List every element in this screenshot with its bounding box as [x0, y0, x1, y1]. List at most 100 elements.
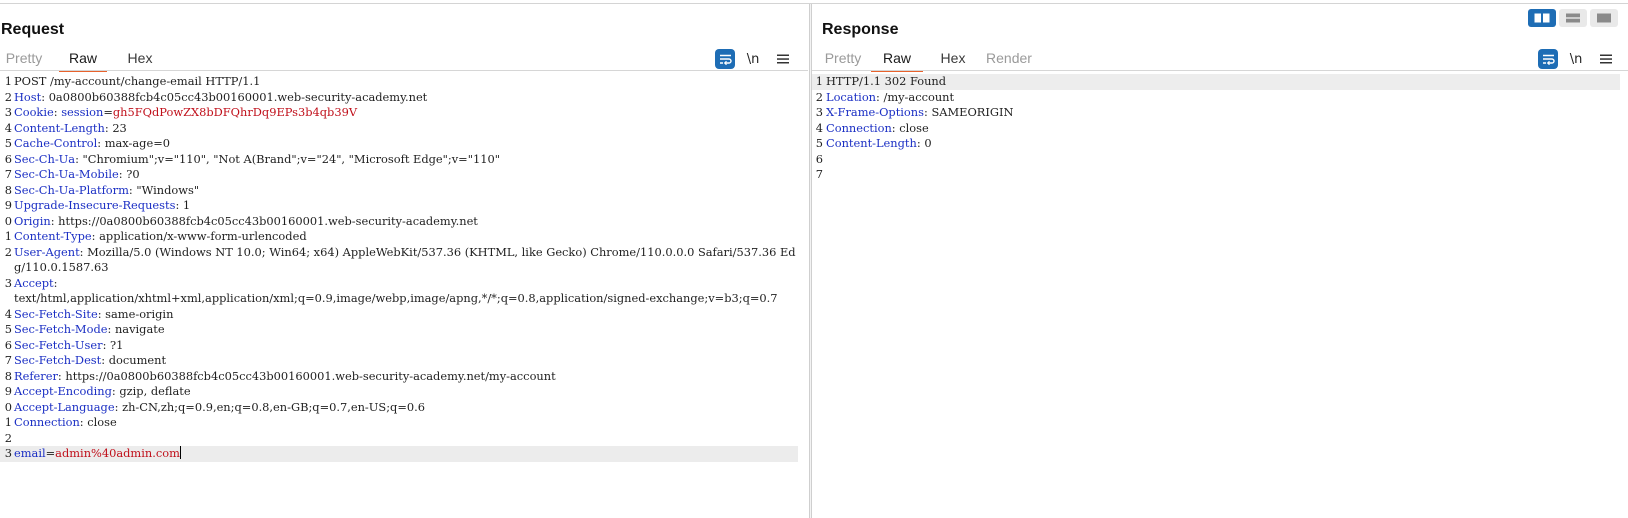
line-number: 5	[815, 136, 823, 150]
line-number: 2	[4, 430, 12, 445]
code-line: 3 Accept: text/html,application/xhtml+xml,…	[0, 276, 798, 307]
line-number: 9	[4, 384, 12, 398]
tab-render[interactable]: Render	[983, 46, 1035, 71]
hamburger-menu-icon[interactable]	[771, 54, 795, 64]
line-number: 2	[815, 89, 823, 104]
header-name: Connection	[14, 415, 80, 429]
line-number: 3	[4, 105, 12, 119]
code-line: 7 Sec-Ch-Ua-Mobile: ?0	[0, 167, 798, 183]
header-name: Sec-Ch-Ua	[14, 151, 76, 166]
tab-pretty[interactable]: Pretty	[0, 46, 48, 71]
line-text: Sec-Ch-Ua-Mobile: ?0	[13, 167, 798, 183]
wrap-lines-icon[interactable]	[715, 49, 735, 69]
line-number: 4	[4, 120, 12, 135]
header-name: User-Agent	[14, 244, 80, 259]
param-value: admin%40admin.com	[55, 446, 180, 460]
header-name: Cookie	[14, 105, 54, 119]
show-newlines-button[interactable]: \n	[1558, 52, 1594, 67]
header-name: Accept-Language	[14, 399, 115, 414]
header-separator: :	[101, 353, 109, 367]
header-separator: :	[75, 151, 83, 166]
line-content: POST /my-account/change-email HTTP/1.1	[14, 74, 261, 88]
line-text: Accept: text/html,application/xhtml+xml,a…	[13, 276, 798, 307]
header-name: Content-Type	[14, 229, 92, 243]
line-number: 1	[4, 74, 12, 88]
header-separator: :	[53, 275, 58, 290]
response-tabs: Pretty Raw Hex Render	[821, 46, 1035, 72]
hamburger-menu-icon[interactable]	[1594, 54, 1618, 64]
header-separator: :	[107, 322, 115, 336]
line-text	[825, 152, 1620, 168]
header-name: Sec-Ch-Ua-Platform	[14, 182, 129, 197]
request-title: Request	[1, 21, 65, 38]
line-number: 0	[4, 213, 12, 228]
header-separator: :	[91, 229, 100, 243]
line-text: Host: 0a0800b60388fcb4c05cc43b00160001.w…	[13, 90, 798, 106]
header-separator: :	[102, 337, 111, 352]
wrap-lines-icon[interactable]	[1538, 49, 1558, 69]
line-text: Cookie: session=gh5FQdPowZX8bDFQhrDq9EPs…	[13, 105, 798, 121]
line-text	[13, 431, 798, 447]
line-text: Referer: https://0a0800b60388fcb4c05cc43…	[13, 369, 798, 385]
header-value: Mozilla/5.0 (Windows NT 10.0; Win64; x64…	[14, 244, 796, 275]
text-cursor	[179, 446, 181, 459]
code-line: 4 Connection: close	[812, 121, 1620, 137]
header-name: Accept-Encoding	[14, 384, 112, 398]
line-number: 4	[815, 120, 823, 135]
request-tabs-rule	[0, 70, 808, 71]
code-line: 1 Content-Type: application/x-www-form-ur…	[0, 229, 798, 245]
line-text: Sec-Fetch-User: ?1	[13, 338, 798, 354]
code-line: 1 POST /my-account/change-email HTTP/1.1	[0, 74, 798, 90]
param-name: email	[14, 446, 46, 460]
code-line: 3 Cookie: session=gh5FQdPowZX8bDFQhrDq9EP…	[0, 105, 798, 121]
line-text: Connection: close	[825, 121, 1620, 137]
code-line: 5 Content-Length: 0	[812, 136, 1620, 152]
line-text: Sec-Ch-Ua-Platform: "Windows"	[13, 183, 798, 199]
tab-raw[interactable]: Raw	[871, 46, 923, 72]
line-number: 5	[4, 136, 12, 150]
header-name: Sec-Fetch-User	[14, 337, 103, 352]
code-line: 6	[812, 152, 1620, 168]
code-line: 7	[812, 167, 1620, 183]
code-line: 2 User-Agent: Mozilla/5.0 (Windows NT 10.…	[0, 245, 798, 276]
line-text: Sec-Fetch-Site: same-origin	[13, 307, 798, 323]
show-newlines-button[interactable]: \n	[735, 52, 771, 67]
header-separator: :	[175, 198, 183, 212]
code-line: 9 Accept-Encoding: gzip, deflate	[0, 384, 798, 400]
cookie-value: gh5FQdPowZX8bDFQhrDq9EPs3b4qb39V	[112, 105, 358, 119]
tab-hex[interactable]: Hex	[123, 46, 157, 71]
line-text: User-Agent: Mozilla/5.0 (Windows NT 10.0…	[13, 245, 798, 276]
line-text: Upgrade-Insecure-Requests: 1	[13, 198, 798, 214]
tab-pretty[interactable]: Pretty	[821, 46, 865, 71]
line-text: Content-Type: application/x-www-form-url…	[13, 229, 798, 245]
code-line: 2 Location: /my-account	[812, 90, 1620, 106]
header-separator: :	[97, 136, 105, 150]
line-number: 3	[4, 275, 12, 290]
line-number: 6	[4, 151, 12, 166]
code-line: 3 X-Frame-Options: SAMEORIGIN	[812, 105, 1620, 121]
header-value: application/x-www-form-urlencoded	[99, 229, 307, 243]
header-value: max-age=0	[104, 136, 170, 150]
code-line: 1 HTTP/1.1 302 Found	[812, 74, 1620, 90]
request-editor[interactable]: 1 POST /my-account/change-email HTTP/1.1 2…	[0, 74, 798, 518]
line-number: 8	[4, 182, 12, 197]
header-name: Host	[14, 89, 42, 104]
tab-hex[interactable]: Hex	[936, 46, 970, 71]
header-value: 1	[182, 198, 191, 212]
header-value: close	[899, 120, 929, 135]
header-value: https://0a0800b60388fcb4c05cc43b00160001…	[58, 213, 478, 228]
code-line: 0 Origin: https://0a0800b60388fcb4c05cc43…	[0, 214, 798, 230]
line-number: 1	[4, 229, 12, 243]
cookie-equals: =	[103, 105, 113, 119]
header-name: Sec-Fetch-Mode	[14, 322, 108, 336]
header-value: 23	[112, 120, 127, 135]
header-name: Cache-Control	[14, 136, 98, 150]
response-editor[interactable]: 1 HTTP/1.1 302 Found 2 Location: /my-accoun…	[812, 74, 1620, 518]
tab-raw[interactable]: Raw	[59, 46, 107, 72]
line-text: Accept-Language: zh-CN,zh;q=0.9,en;q=0.8…	[13, 400, 798, 416]
line-content: HTTP/1.1 302 Found	[826, 74, 947, 88]
line-text: Accept-Encoding: gzip, deflate	[13, 384, 798, 400]
header-name: X-Frame-Options	[826, 105, 924, 119]
header-name: Upgrade-Insecure-Requests	[14, 198, 176, 212]
code-line: 2 Host: 0a0800b60388fcb4c05cc43b00160001.…	[0, 90, 798, 106]
